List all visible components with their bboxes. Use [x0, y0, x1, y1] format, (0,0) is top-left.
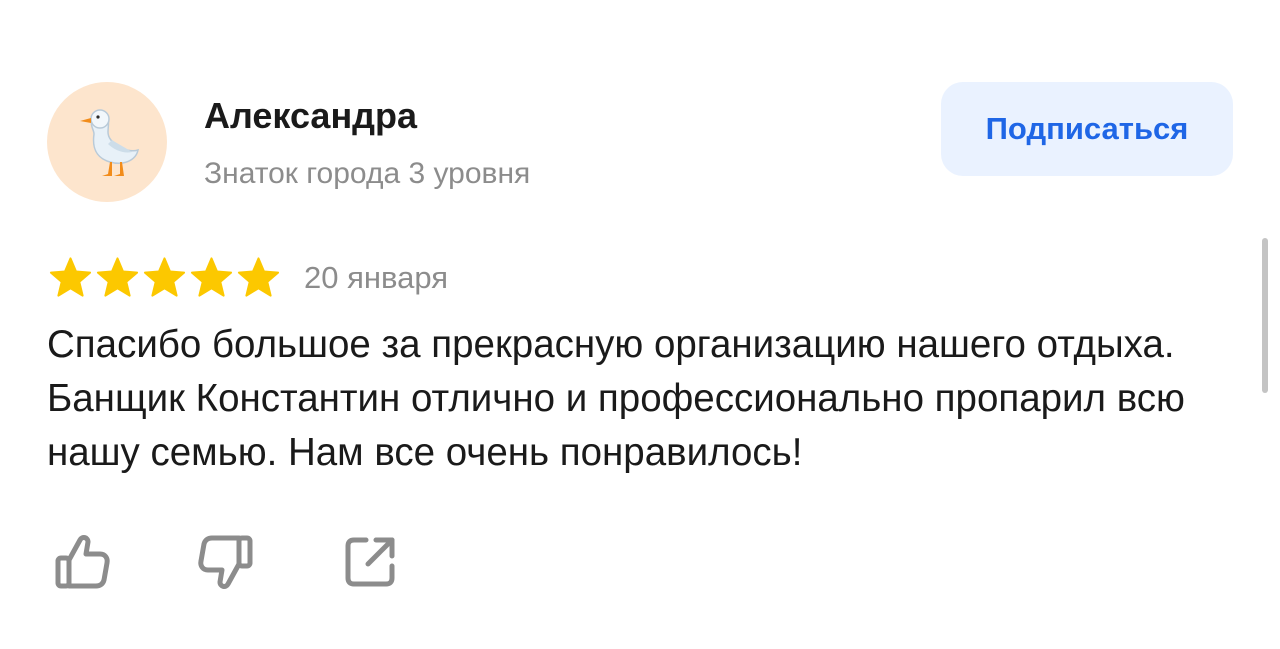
thumbs-up-icon: [55, 535, 110, 589]
review-date: 20 января: [304, 260, 449, 295]
dislike-button[interactable]: [194, 530, 258, 594]
goose-icon: [80, 109, 139, 176]
share-icon: [345, 537, 395, 587]
like-button[interactable]: [50, 530, 114, 594]
review-card: Александра Знаток города 3 уровня Подпис…: [0, 0, 1280, 649]
author-level: Знаток города 3 уровня: [204, 157, 531, 190]
rating-stars: [47, 254, 282, 304]
share-button[interactable]: [338, 530, 402, 594]
scrollbar[interactable]: [1262, 238, 1268, 393]
star-icon: [49, 257, 92, 297]
star-icon: [190, 257, 233, 297]
star-icon: [143, 257, 186, 297]
star-icon: [96, 257, 139, 297]
star-icon: [237, 257, 280, 297]
author-name[interactable]: Александра: [204, 94, 417, 138]
subscribe-button[interactable]: Подписаться: [941, 82, 1233, 176]
thumbs-down-icon: [198, 535, 253, 589]
review-text: Спасибо большое за прекрасную организаци…: [47, 323, 1185, 474]
avatar[interactable]: [47, 82, 167, 202]
